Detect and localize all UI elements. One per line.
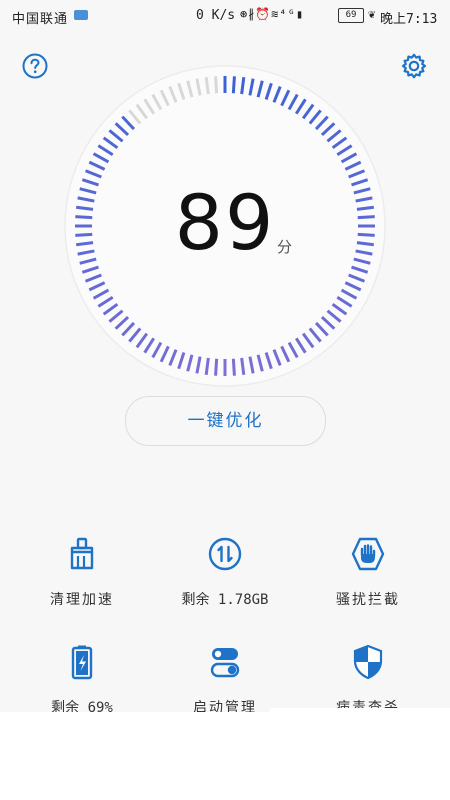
bottom-area: [0, 712, 270, 800]
tool-label: 骚扰拦截: [336, 592, 400, 608]
dial-tick-active: [231, 358, 236, 376]
tool-label: 清理加速: [50, 592, 114, 608]
dial-tick-active: [231, 76, 236, 94]
memory-tool[interactable]: 剩余 1.78GB: [150, 536, 300, 609]
hand-block-icon: [351, 537, 385, 571]
clock: 晚上7:13: [380, 12, 438, 27]
help-button[interactable]: [22, 53, 48, 79]
battery-tool[interactable]: 剩余 69%: [7, 644, 157, 717]
dial-tick-active: [240, 357, 246, 376]
score-unit: 分: [277, 238, 293, 256]
status-bar: 中国联通 0 K/s ⊛∦⏰≋⁴ᴳ▮ 69 ❦ 晚上7:13: [0, 0, 450, 32]
toggles-icon: [210, 648, 240, 678]
gear-icon: [401, 53, 427, 79]
cleanup-speedup-tool[interactable]: 清理加速: [7, 536, 157, 609]
broom-icon: [70, 537, 94, 570]
dial-tick-active: [204, 357, 210, 376]
score-value: 89: [174, 178, 276, 267]
harassment-block-tool[interactable]: 骚扰拦截: [293, 536, 443, 609]
dial-tick-inactive: [204, 76, 210, 95]
startup-manager-tool[interactable]: 启动管理: [150, 644, 300, 717]
one-click-optimize-button[interactable]: 一键优化: [125, 396, 326, 446]
dial-tick-active: [214, 358, 219, 376]
carrier-label: 中国联通: [12, 12, 69, 27]
battery-icon: [71, 645, 93, 680]
network-speed: 0 K/s: [196, 8, 236, 23]
status-icons: ⊛∦⏰≋⁴ᴳ▮: [240, 7, 305, 21]
question-circle-icon: [22, 53, 48, 79]
shield-icon: [353, 644, 383, 680]
dial-tick-inactive: [214, 76, 219, 94]
virus-scan-tool[interactable]: 病毒查杀: [293, 644, 443, 717]
sim-card-icon: [74, 10, 88, 20]
bottom-area: [270, 708, 450, 800]
memory-icon: [208, 537, 242, 571]
battery-level: 69: [338, 8, 364, 23]
tool-label: 剩余 1.78GB: [181, 592, 269, 608]
dial-tick-active: [240, 76, 246, 95]
settings-button[interactable]: [401, 53, 427, 79]
power-saving-leaf-icon: ❦: [368, 7, 376, 21]
